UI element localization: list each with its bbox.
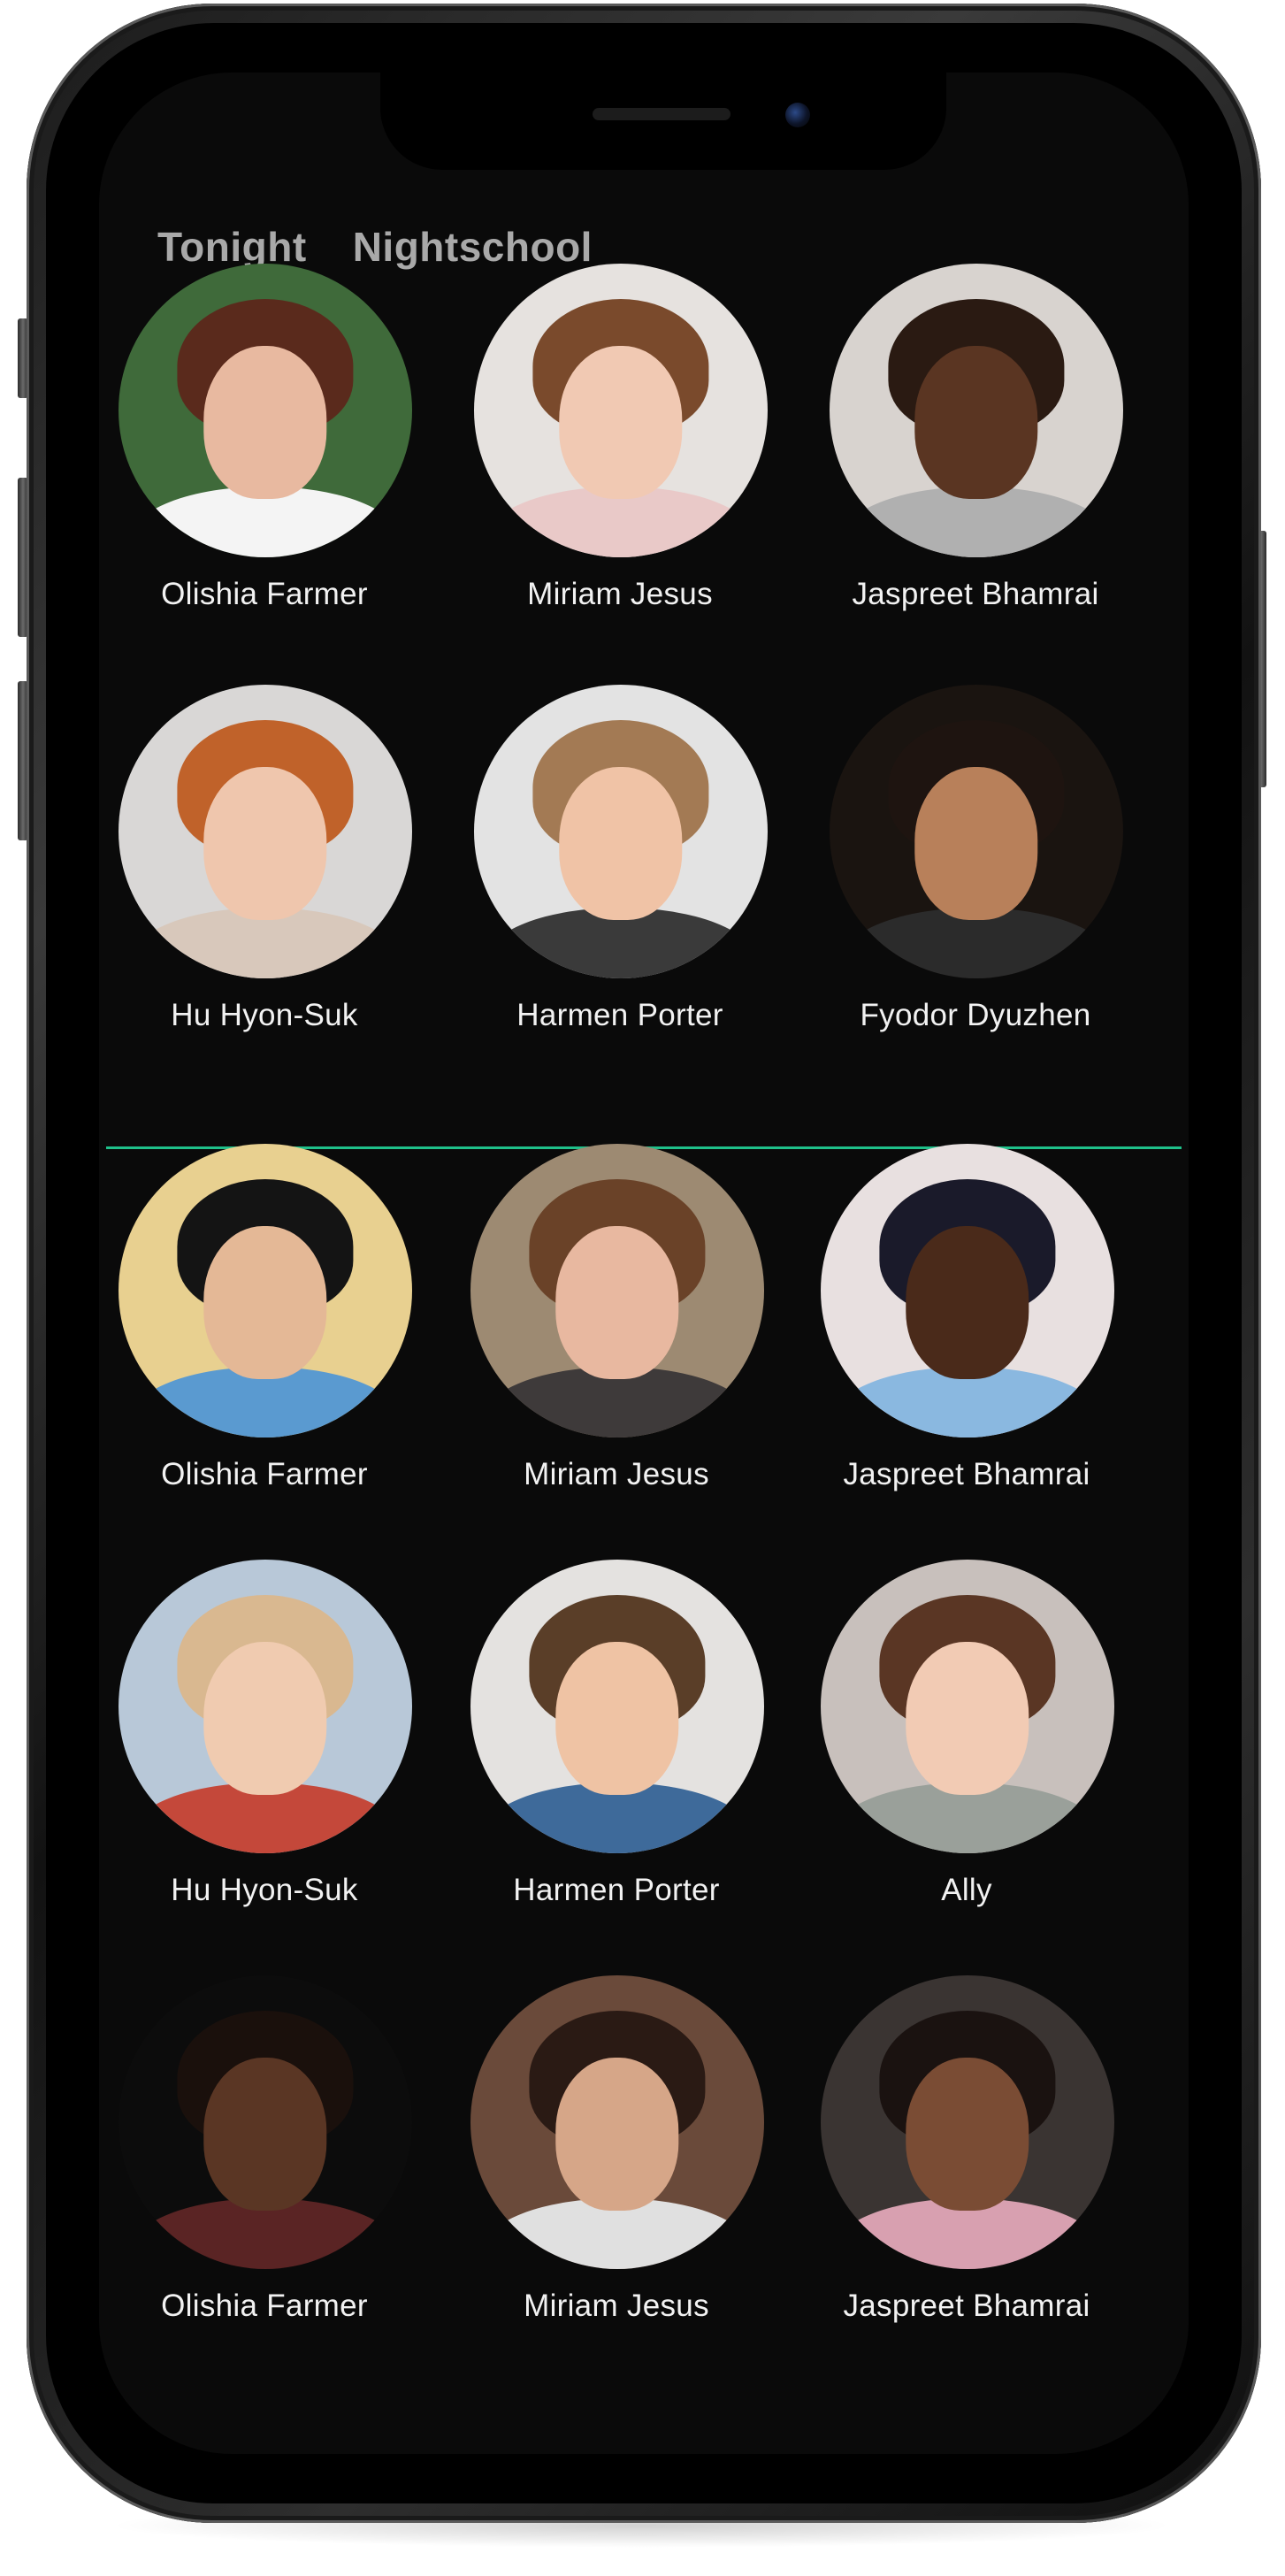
person-name: Jaspreet Bhamrai xyxy=(843,2288,1090,2323)
avatar-face xyxy=(203,1641,327,1795)
phone-screen: Tonight Nightschool Olishia Farmer Miriam… xyxy=(99,73,1189,2454)
person-name: Hu Hyon-Suk xyxy=(171,998,358,1032)
person-card[interactable]: Olishia Farmer xyxy=(119,1144,412,1492)
avatar[interactable] xyxy=(474,685,768,978)
person-card[interactable]: Hu Hyon-Suk xyxy=(119,1560,412,1908)
avatar-face xyxy=(906,1641,1029,1795)
person-name: Hu Hyon-Suk xyxy=(171,1873,358,1907)
avatar[interactable] xyxy=(470,1560,764,1853)
avatar-face xyxy=(906,1225,1029,1379)
avatar-face xyxy=(555,1225,679,1379)
avatar-face xyxy=(914,345,1038,499)
avatar-face xyxy=(914,766,1038,920)
avatar-face xyxy=(203,1225,327,1379)
phone-bezel: Tonight Nightschool Olishia Farmer Miriam… xyxy=(46,23,1242,2503)
avatar[interactable] xyxy=(474,264,768,557)
avatar-face xyxy=(906,2057,1029,2211)
person-name: Olishia Farmer xyxy=(161,577,368,611)
person-card[interactable]: Miriam Jesus xyxy=(470,1975,764,2324)
avatar-face xyxy=(203,345,327,499)
avatar-face xyxy=(555,2057,679,2211)
person-card[interactable]: Olishia Farmer xyxy=(119,1975,412,2324)
avatar[interactable] xyxy=(119,685,412,978)
avatar-face xyxy=(559,766,683,920)
person-card[interactable]: Hu Hyon-Suk xyxy=(119,685,412,1033)
person-name: Fyodor Dyuzhen xyxy=(860,998,1091,1032)
person-name: Jaspreet Bhamrai xyxy=(852,577,1099,611)
person-name: Olishia Farmer xyxy=(161,2288,368,2323)
person-card[interactable]: Jaspreet Bhamrai xyxy=(821,1975,1114,2324)
avatar[interactable] xyxy=(119,1975,412,2269)
avatar[interactable] xyxy=(470,1144,764,1438)
avatar-face xyxy=(559,345,683,499)
person-name: Harmen Porter xyxy=(513,1873,720,1907)
avatar[interactable] xyxy=(821,1975,1114,2269)
person-name: Olishia Farmer xyxy=(161,1457,368,1491)
avatar[interactable] xyxy=(821,1144,1114,1438)
person-card[interactable]: Miriam Jesus xyxy=(470,1144,764,1492)
avatar[interactable] xyxy=(821,1560,1114,1853)
avatar-face xyxy=(203,766,327,920)
avatar[interactable] xyxy=(830,685,1123,978)
person-name: Jaspreet Bhamrai xyxy=(843,1457,1090,1491)
avatar[interactable] xyxy=(830,264,1123,557)
phone-frame: Tonight Nightschool Olishia Farmer Miriam… xyxy=(27,4,1261,2523)
person-card[interactable]: Jaspreet Bhamrai xyxy=(821,1144,1114,1492)
person-card[interactable]: Jaspreet Bhamrai xyxy=(830,264,1123,612)
avatar[interactable] xyxy=(119,1560,412,1853)
person-name: Miriam Jesus xyxy=(527,577,713,611)
person-name: Miriam Jesus xyxy=(524,1457,709,1491)
person-name: Miriam Jesus xyxy=(524,2288,709,2323)
avatar[interactable] xyxy=(470,1975,764,2269)
avatar-face xyxy=(203,2057,327,2211)
avatar-face xyxy=(555,1641,679,1795)
person-card[interactable]: Harmen Porter xyxy=(470,1560,764,1908)
person-name: Ally xyxy=(941,1873,992,1907)
person-card[interactable]: Fyodor Dyuzhen xyxy=(830,685,1123,1033)
notch xyxy=(380,73,946,170)
front-camera xyxy=(785,103,810,127)
person-name: Harmen Porter xyxy=(516,998,723,1032)
person-card[interactable]: Harmen Porter xyxy=(474,685,768,1033)
avatar[interactable] xyxy=(119,264,412,557)
earpiece-speaker xyxy=(593,108,730,120)
person-card[interactable]: Olishia Farmer xyxy=(119,264,412,612)
person-card[interactable]: Ally xyxy=(821,1560,1114,1908)
avatar[interactable] xyxy=(119,1144,412,1438)
person-card[interactable]: Miriam Jesus xyxy=(474,264,768,612)
